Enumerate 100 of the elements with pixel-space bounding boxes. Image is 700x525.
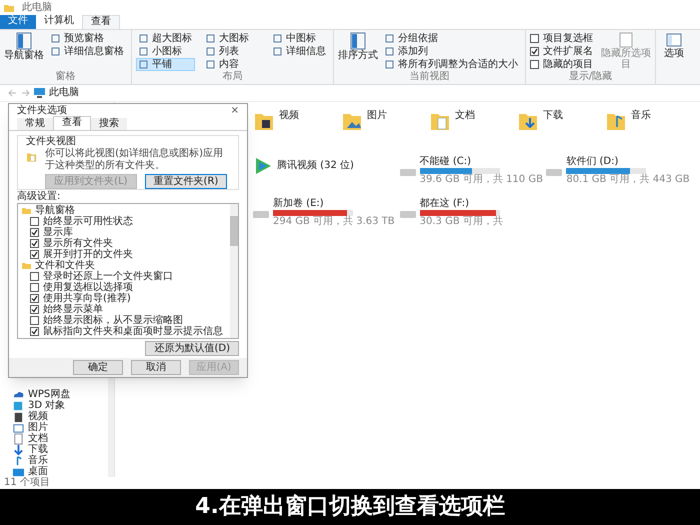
section-label: 文件夹视图 xyxy=(26,136,77,148)
drive-name[interactable]: 软件们 (D:) xyxy=(566,156,618,168)
folder-icon xyxy=(22,206,31,215)
setting-label: 使用共享向导(推荐) xyxy=(43,293,131,304)
ribbon-large-button[interactable]: 导航窗格 xyxy=(4,32,44,71)
folder-name[interactable]: 文档 xyxy=(455,110,475,122)
checkbox[interactable] xyxy=(30,305,39,314)
dialog-tab[interactable]: 常规 xyxy=(17,118,53,130)
checkbox-label: 项目复选框 xyxy=(543,32,593,44)
checkbox[interactable] xyxy=(530,34,539,43)
dialog-button[interactable]: 取消 xyxy=(131,360,181,375)
checkbox[interactable] xyxy=(30,228,39,237)
group-label: 窗格 xyxy=(54,71,76,84)
checkbox[interactable] xyxy=(30,283,39,292)
dialog-button[interactable]: 重置文件夹(R) xyxy=(144,174,228,189)
ribbon-item[interactable]: 详细信息 xyxy=(270,45,329,58)
setting-label: 登录时还原上一个文件夹窗口 xyxy=(43,271,173,282)
group-label: 布局 xyxy=(222,71,244,84)
ribbon-item[interactable]: 列表 xyxy=(203,45,262,58)
dialog-tab[interactable]: 查看 xyxy=(53,116,91,130)
ribbon-item[interactable]: 平铺 xyxy=(136,58,195,71)
folder-name[interactable]: 下载 xyxy=(543,110,563,122)
dialog-tab[interactable]: 搜索 xyxy=(91,118,127,130)
section-label: 高级设置: xyxy=(17,191,62,203)
checkbox[interactable] xyxy=(530,60,539,69)
ribbon-tab[interactable]: 计算机 xyxy=(36,15,82,29)
ribbon-tab[interactable]: 文件 xyxy=(0,15,36,29)
status-text: 11 个项目 xyxy=(4,477,50,489)
checkbox[interactable] xyxy=(30,294,39,303)
restore-defaults-button[interactable]: 还原为默认值(D) xyxy=(145,341,239,356)
picture-icon xyxy=(12,422,24,434)
ribbon-item[interactable]: 分组依据 xyxy=(382,32,521,45)
video-caption: 4.在弹出窗口切换到查看选项栏 xyxy=(195,494,505,520)
ribbon-item[interactable]: 详细信息窗格 xyxy=(48,45,127,58)
setting-label: 使用复选框以选择项 xyxy=(43,282,133,293)
sidebar-item[interactable]: 3D 对象 xyxy=(28,400,66,411)
pane-icon xyxy=(350,32,366,50)
ribbon-item[interactable]: 添加列 xyxy=(382,45,521,58)
setting-label: 显示库 xyxy=(43,227,73,238)
sidebar-item[interactable]: 图片 xyxy=(28,422,48,433)
drive-name[interactable]: 新加卷 (E:) xyxy=(273,198,324,210)
cube-icon xyxy=(12,400,24,412)
checkbox[interactable] xyxy=(30,316,39,325)
drive-space: 80.1 GB 可用，共 443 GB xyxy=(566,174,690,186)
scrollbar[interactable] xyxy=(108,377,114,477)
folder-name[interactable]: 图片 xyxy=(367,110,387,122)
tree-group: 导航窗格 xyxy=(35,205,75,216)
scrollbar[interactable] xyxy=(230,204,238,338)
ribbon-large-button[interactable]: 排序方式 xyxy=(338,32,378,71)
options-icon xyxy=(666,32,682,48)
sidebar-item[interactable]: 下载 xyxy=(28,444,48,455)
drive-space: 294 GB 可用，共 3.63 TB xyxy=(273,216,395,228)
download-icon xyxy=(12,444,24,456)
tree-group: 文件和文件夹 xyxy=(35,260,95,271)
ribbon-item[interactable]: 大图标 xyxy=(203,32,262,45)
ribbon-item[interactable]: 超大图标 xyxy=(136,32,195,45)
app-name[interactable]: 腾讯视频 (32 位) xyxy=(277,160,354,172)
sidebar-item[interactable]: 视频 xyxy=(28,411,48,422)
ribbon-item[interactable]: 中图标 xyxy=(270,32,329,45)
folder-name[interactable]: 音乐 xyxy=(631,110,651,122)
checkbox[interactable] xyxy=(530,47,539,56)
checkbox-label: 隐藏的项目 xyxy=(543,58,593,70)
sidebar-item[interactable]: 文档 xyxy=(28,433,48,444)
ribbon-item[interactable]: 小图标 xyxy=(136,45,195,58)
sidebar-item[interactable]: WPS网盘 xyxy=(28,389,70,400)
pane-icon xyxy=(16,32,32,50)
ribbon-item[interactable]: 预览窗格 xyxy=(48,32,127,45)
drive-space: 30.3 GB 可用，共 xyxy=(420,216,503,228)
video-icon xyxy=(12,410,24,422)
page-icon xyxy=(619,32,633,48)
checkbox[interactable] xyxy=(30,239,39,248)
drive-name[interactable]: 不能碰 (C:) xyxy=(420,156,471,168)
ribbon-item[interactable]: 将所有列调整为合适的大小 xyxy=(382,58,521,71)
ribbon-item[interactable]: 内容 xyxy=(203,58,262,71)
drive-space: 39.6 GB 可用，共 110 GB xyxy=(420,174,543,186)
address-path[interactable]: 此电脑 xyxy=(49,87,79,99)
group-label: 显示/隐藏 xyxy=(568,71,614,84)
checkbox[interactable] xyxy=(30,250,39,259)
description-text: 你可以将此视图(如详细信息或图标)应用于这种类型的所有文件夹。 xyxy=(45,148,224,172)
dialog-button[interactable]: 确定 xyxy=(73,360,123,375)
checkbox[interactable] xyxy=(30,217,39,226)
checkbox[interactable] xyxy=(30,327,39,336)
sidebar-item[interactable]: 音乐 xyxy=(28,455,48,466)
options-button[interactable]: 选项 xyxy=(656,30,692,84)
setting-label: 显示所有文件夹 xyxy=(43,238,113,249)
ribbon-tab[interactable]: 查看 xyxy=(82,15,120,29)
document-icon xyxy=(12,432,24,444)
folder-icon xyxy=(4,2,14,12)
checkbox-label: 文件扩展名 xyxy=(543,46,593,58)
checkbox[interactable] xyxy=(30,272,39,281)
folder-name[interactable]: 视频 xyxy=(279,110,299,122)
drive-name[interactable]: 都在这 (F:) xyxy=(420,198,469,210)
setting-label: 鼠标指向文件夹和桌面项时显示提示信息 xyxy=(43,326,223,337)
window-title: 此电脑 xyxy=(22,2,52,14)
setting-label: 展开到打开的文件夹 xyxy=(43,249,133,260)
close-button[interactable]: × xyxy=(230,104,239,116)
group-label: 当前视图 xyxy=(408,71,450,84)
computer-icon xyxy=(34,88,45,98)
sidebar-item[interactable]: 桌面 xyxy=(28,466,48,477)
folder-icon xyxy=(22,261,31,270)
